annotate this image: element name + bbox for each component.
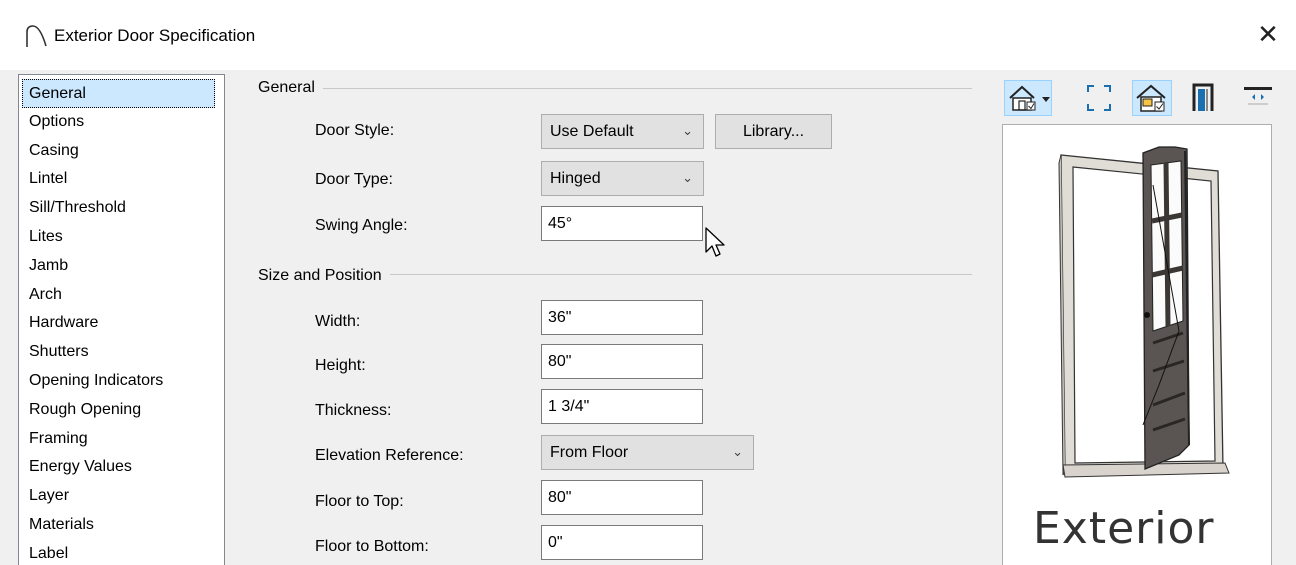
width-label: Width: xyxy=(315,313,361,330)
close-button[interactable]: ✕ xyxy=(1240,10,1296,60)
view-type-icon xyxy=(1009,85,1050,111)
door-jamb-icon xyxy=(1192,83,1214,111)
sidebar-item-label[interactable]: Label xyxy=(19,540,224,565)
size-position-group-heading: Size and Position xyxy=(258,266,390,286)
door-style-value: Use Default xyxy=(550,123,634,140)
swing-angle-label: Swing Angle: xyxy=(315,217,408,234)
chevron-down-icon: ⌄ xyxy=(732,445,743,460)
sidebar-item-lintel[interactable]: Lintel xyxy=(19,165,224,194)
door-3d-preview-image xyxy=(1058,146,1230,478)
sidebar-item-energy-values[interactable]: Energy Values xyxy=(19,453,224,482)
sidebar-item-materials[interactable]: Materials xyxy=(19,511,224,540)
fill-window-icon xyxy=(1087,85,1111,111)
sidebar-item-options[interactable]: Options xyxy=(19,108,224,137)
app-icon xyxy=(26,25,47,47)
sidebar-item-lites[interactable]: Lites xyxy=(19,223,224,252)
sidebar-item-layer[interactable]: Layer xyxy=(19,482,224,511)
sidebar-item-shutters[interactable]: Shutters xyxy=(19,338,224,367)
mouse-cursor-icon xyxy=(705,227,725,257)
swap-icon xyxy=(1244,87,1272,105)
general-group-heading: General xyxy=(258,78,323,98)
sidebar-item-framing[interactable]: Framing xyxy=(19,425,224,454)
sidebar-item-casing[interactable]: Casing xyxy=(19,137,224,166)
window-title: Exterior Door Specification xyxy=(54,26,256,45)
chevron-down-icon: ⌄ xyxy=(682,124,693,139)
elevation-reference-value: From Floor xyxy=(550,444,629,461)
title-bar: Exterior Door Specification ✕ xyxy=(0,0,1296,70)
show-room-button[interactable] xyxy=(1132,80,1172,116)
view-type-button[interactable] xyxy=(1004,80,1052,116)
door-type-label: Door Type: xyxy=(315,171,393,188)
floor-to-top-input[interactable]: 80" xyxy=(541,480,703,515)
door-style-label: Door Style: xyxy=(315,122,395,139)
sidebar-item-sill-threshold[interactable]: Sill/Threshold xyxy=(19,194,224,223)
elevation-reference-label: Elevation Reference: xyxy=(315,447,464,464)
dropdown-arrow-icon xyxy=(1042,97,1050,102)
fill-window-button[interactable] xyxy=(1082,80,1116,116)
preview-caption: Exterior xyxy=(1033,503,1215,554)
floor-to-bottom-input[interactable]: 0" xyxy=(541,525,703,560)
door-jamb-button[interactable] xyxy=(1186,80,1222,116)
chevron-down-icon: ⌄ xyxy=(682,171,693,186)
show-room-icon xyxy=(1136,84,1166,112)
thickness-label: Thickness: xyxy=(315,402,392,419)
elevation-reference-select[interactable]: From Floor ⌄ xyxy=(541,435,754,470)
library-button[interactable]: Library... xyxy=(715,114,832,149)
swap-button[interactable] xyxy=(1240,80,1276,116)
swing-angle-input[interactable]: 45° xyxy=(541,206,703,241)
width-input[interactable]: 36" xyxy=(541,300,703,335)
floor-to-top-label: Floor to Top: xyxy=(315,493,404,510)
door-type-select[interactable]: Hinged ⌄ xyxy=(541,161,704,196)
floor-to-bottom-label: Floor to Bottom: xyxy=(315,538,429,555)
general-group-line xyxy=(258,88,972,89)
sidebar-item-jamb[interactable]: Jamb xyxy=(19,252,224,281)
sidebar-item-opening-indicators[interactable]: Opening Indicators xyxy=(19,367,224,396)
thickness-input[interactable]: 1 3/4" xyxy=(541,389,703,424)
sidebar-item-arch[interactable]: Arch xyxy=(19,281,224,310)
door-preview-pane: Exterior xyxy=(1002,124,1272,565)
door-style-select[interactable]: Use Default ⌄ xyxy=(541,114,704,149)
sidebar-item-hardware[interactable]: Hardware xyxy=(19,309,224,338)
height-input[interactable]: 80" xyxy=(541,344,703,379)
door-type-value: Hinged xyxy=(550,170,601,187)
sidebar-item-general[interactable]: General xyxy=(22,79,215,108)
category-list: General Options Casing Lintel Sill/Thres… xyxy=(18,74,225,565)
sidebar-item-rough-opening[interactable]: Rough Opening xyxy=(19,396,224,425)
height-label: Height: xyxy=(315,357,366,374)
